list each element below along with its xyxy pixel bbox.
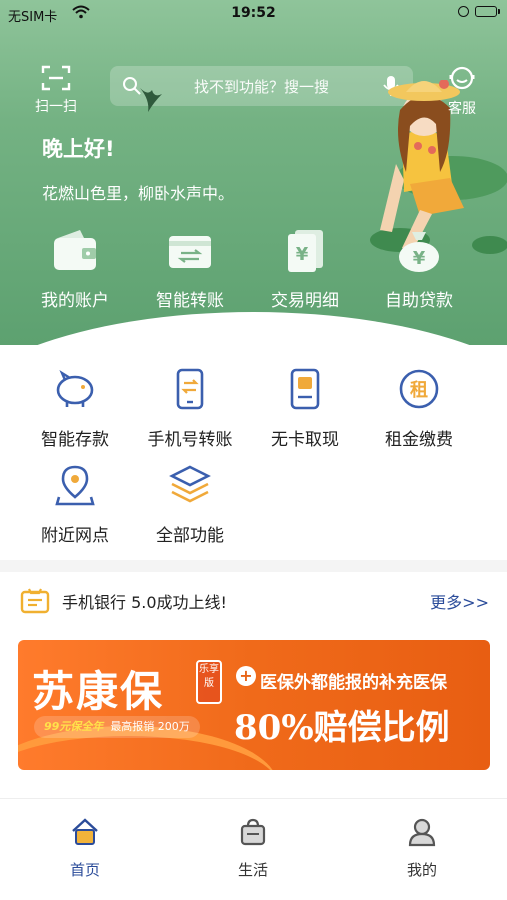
tab-bar: 首页 生活 我的 (0, 798, 507, 900)
quick-label: 我的账户 (41, 291, 109, 311)
banner-title: 苏康保 (32, 667, 165, 716)
tab-label: 首页 (69, 861, 100, 879)
quick-transaction-details[interactable]: ¥ 交易明细 (250, 228, 360, 311)
notice-text: 手机银行 5.0成功上线! (62, 593, 227, 612)
banner-price: 99元保全年 (44, 720, 104, 733)
header-curve (0, 312, 507, 345)
quick-my-account[interactable]: 我的账户 (20, 228, 130, 311)
status-right (458, 6, 500, 17)
cardless-cash-icon (290, 368, 320, 410)
swallow-icon (140, 88, 162, 112)
svg-text:¥: ¥ (413, 248, 426, 269)
banner-section: 苏康保 乐享版 99元保全年 最高报销 200万 + 医保外都能报的补充医保 8… (0, 628, 507, 798)
user-icon (408, 818, 436, 847)
func-nearby-branches[interactable]: 附近网点 (20, 463, 130, 546)
announcement-icon (20, 588, 50, 614)
headset-icon (449, 66, 475, 90)
tab-home[interactable]: 首页 (25, 817, 145, 880)
func-cardless-cash[interactable]: 无卡取现 (250, 367, 360, 450)
scan-icon (41, 65, 71, 91)
yen-bill-icon: ¥ (288, 230, 323, 272)
notice-more-link[interactable]: 更多>> (430, 589, 489, 613)
banner-subtitle: 99元保全年 最高报销 200万 (34, 716, 200, 738)
svg-text:租: 租 (410, 379, 428, 401)
layers-icon (169, 465, 211, 503)
scan-label: 扫一扫 (35, 99, 77, 115)
quick-self-loan[interactable]: ¥ 自助贷款 (364, 228, 474, 311)
banner-limit: 最高报销 200万 (110, 720, 190, 733)
quick-label: 交易明细 (271, 291, 339, 311)
piggy-bank-icon (56, 369, 94, 407)
banner-line2: 80%赔偿比例 (234, 708, 450, 748)
quick-label: 自助贷款 (385, 291, 453, 311)
function-grid: 智能存款 手机号转账 无卡取现 租 租金缴费 附近网点 全部功能 (0, 345, 507, 560)
func-label: 无卡取现 (271, 430, 339, 450)
quick-smart-transfer[interactable]: 智能转账 (135, 228, 245, 311)
home-icon (72, 818, 98, 845)
customer-service-button[interactable]: 客服 (440, 64, 484, 117)
service-label: 客服 (448, 101, 476, 117)
notice-bar[interactable]: 手机银行 5.0成功上线! 更多>> (0, 572, 507, 628)
func-label: 附近网点 (41, 526, 109, 546)
banner-line1: 医保外都能报的补充医保 (236, 668, 447, 693)
func-label: 全部功能 (156, 526, 224, 546)
quick-label: 智能转账 (156, 291, 224, 311)
clock: 19:52 (231, 5, 276, 21)
func-phone-transfer[interactable]: 手机号转账 (135, 367, 245, 450)
tab-life[interactable]: 生活 (193, 817, 313, 880)
transfer-card-icon (169, 236, 211, 268)
rotation-lock-icon (458, 6, 469, 17)
status-bar: 无SIM卡 19:52 (0, 0, 507, 28)
quick-actions: 我的账户 智能转账 ¥ 交易明细 ¥ 自助贷款 (0, 228, 507, 311)
func-label: 智能存款 (41, 430, 109, 450)
phone-transfer-icon (176, 368, 204, 410)
battery-icon (475, 6, 500, 17)
func-all-functions[interactable]: 全部功能 (135, 463, 245, 546)
header-panel: 无SIM卡 19:52 扫一扫 找不到功能？搜一搜 客服 晚上好! 花燃山色里，… (0, 0, 507, 345)
func-rent-payment[interactable]: 租 租金缴费 (364, 367, 474, 450)
func-label: 手机号转账 (147, 430, 233, 450)
tab-label: 我的 (406, 861, 437, 879)
func-smart-deposit[interactable]: 智能存款 (20, 367, 130, 450)
banner-line1-text: 医保外都能报的补充医保 (260, 673, 447, 693)
svg-text:¥: ¥ (296, 244, 309, 265)
insurance-banner[interactable]: 苏康保 乐享版 99元保全年 最高报销 200万 + 医保外都能报的补充医保 8… (18, 640, 490, 770)
tab-mine[interactable]: 我的 (362, 817, 482, 880)
poem-text: 花燃山色里，柳卧水声中。 (42, 184, 235, 203)
wallet-icon (54, 230, 96, 270)
tab-label: 生活 (237, 861, 268, 879)
rent-icon: 租 (399, 369, 439, 409)
banner-stamp: 乐享版 (196, 660, 222, 704)
location-pin-icon (55, 465, 95, 506)
shopping-bag-icon (240, 818, 266, 846)
scan-button[interactable]: 扫一扫 (28, 64, 84, 116)
func-label: 租金缴费 (385, 430, 453, 450)
money-bag-icon: ¥ (399, 232, 439, 272)
greeting-text: 晚上好! (42, 137, 115, 161)
